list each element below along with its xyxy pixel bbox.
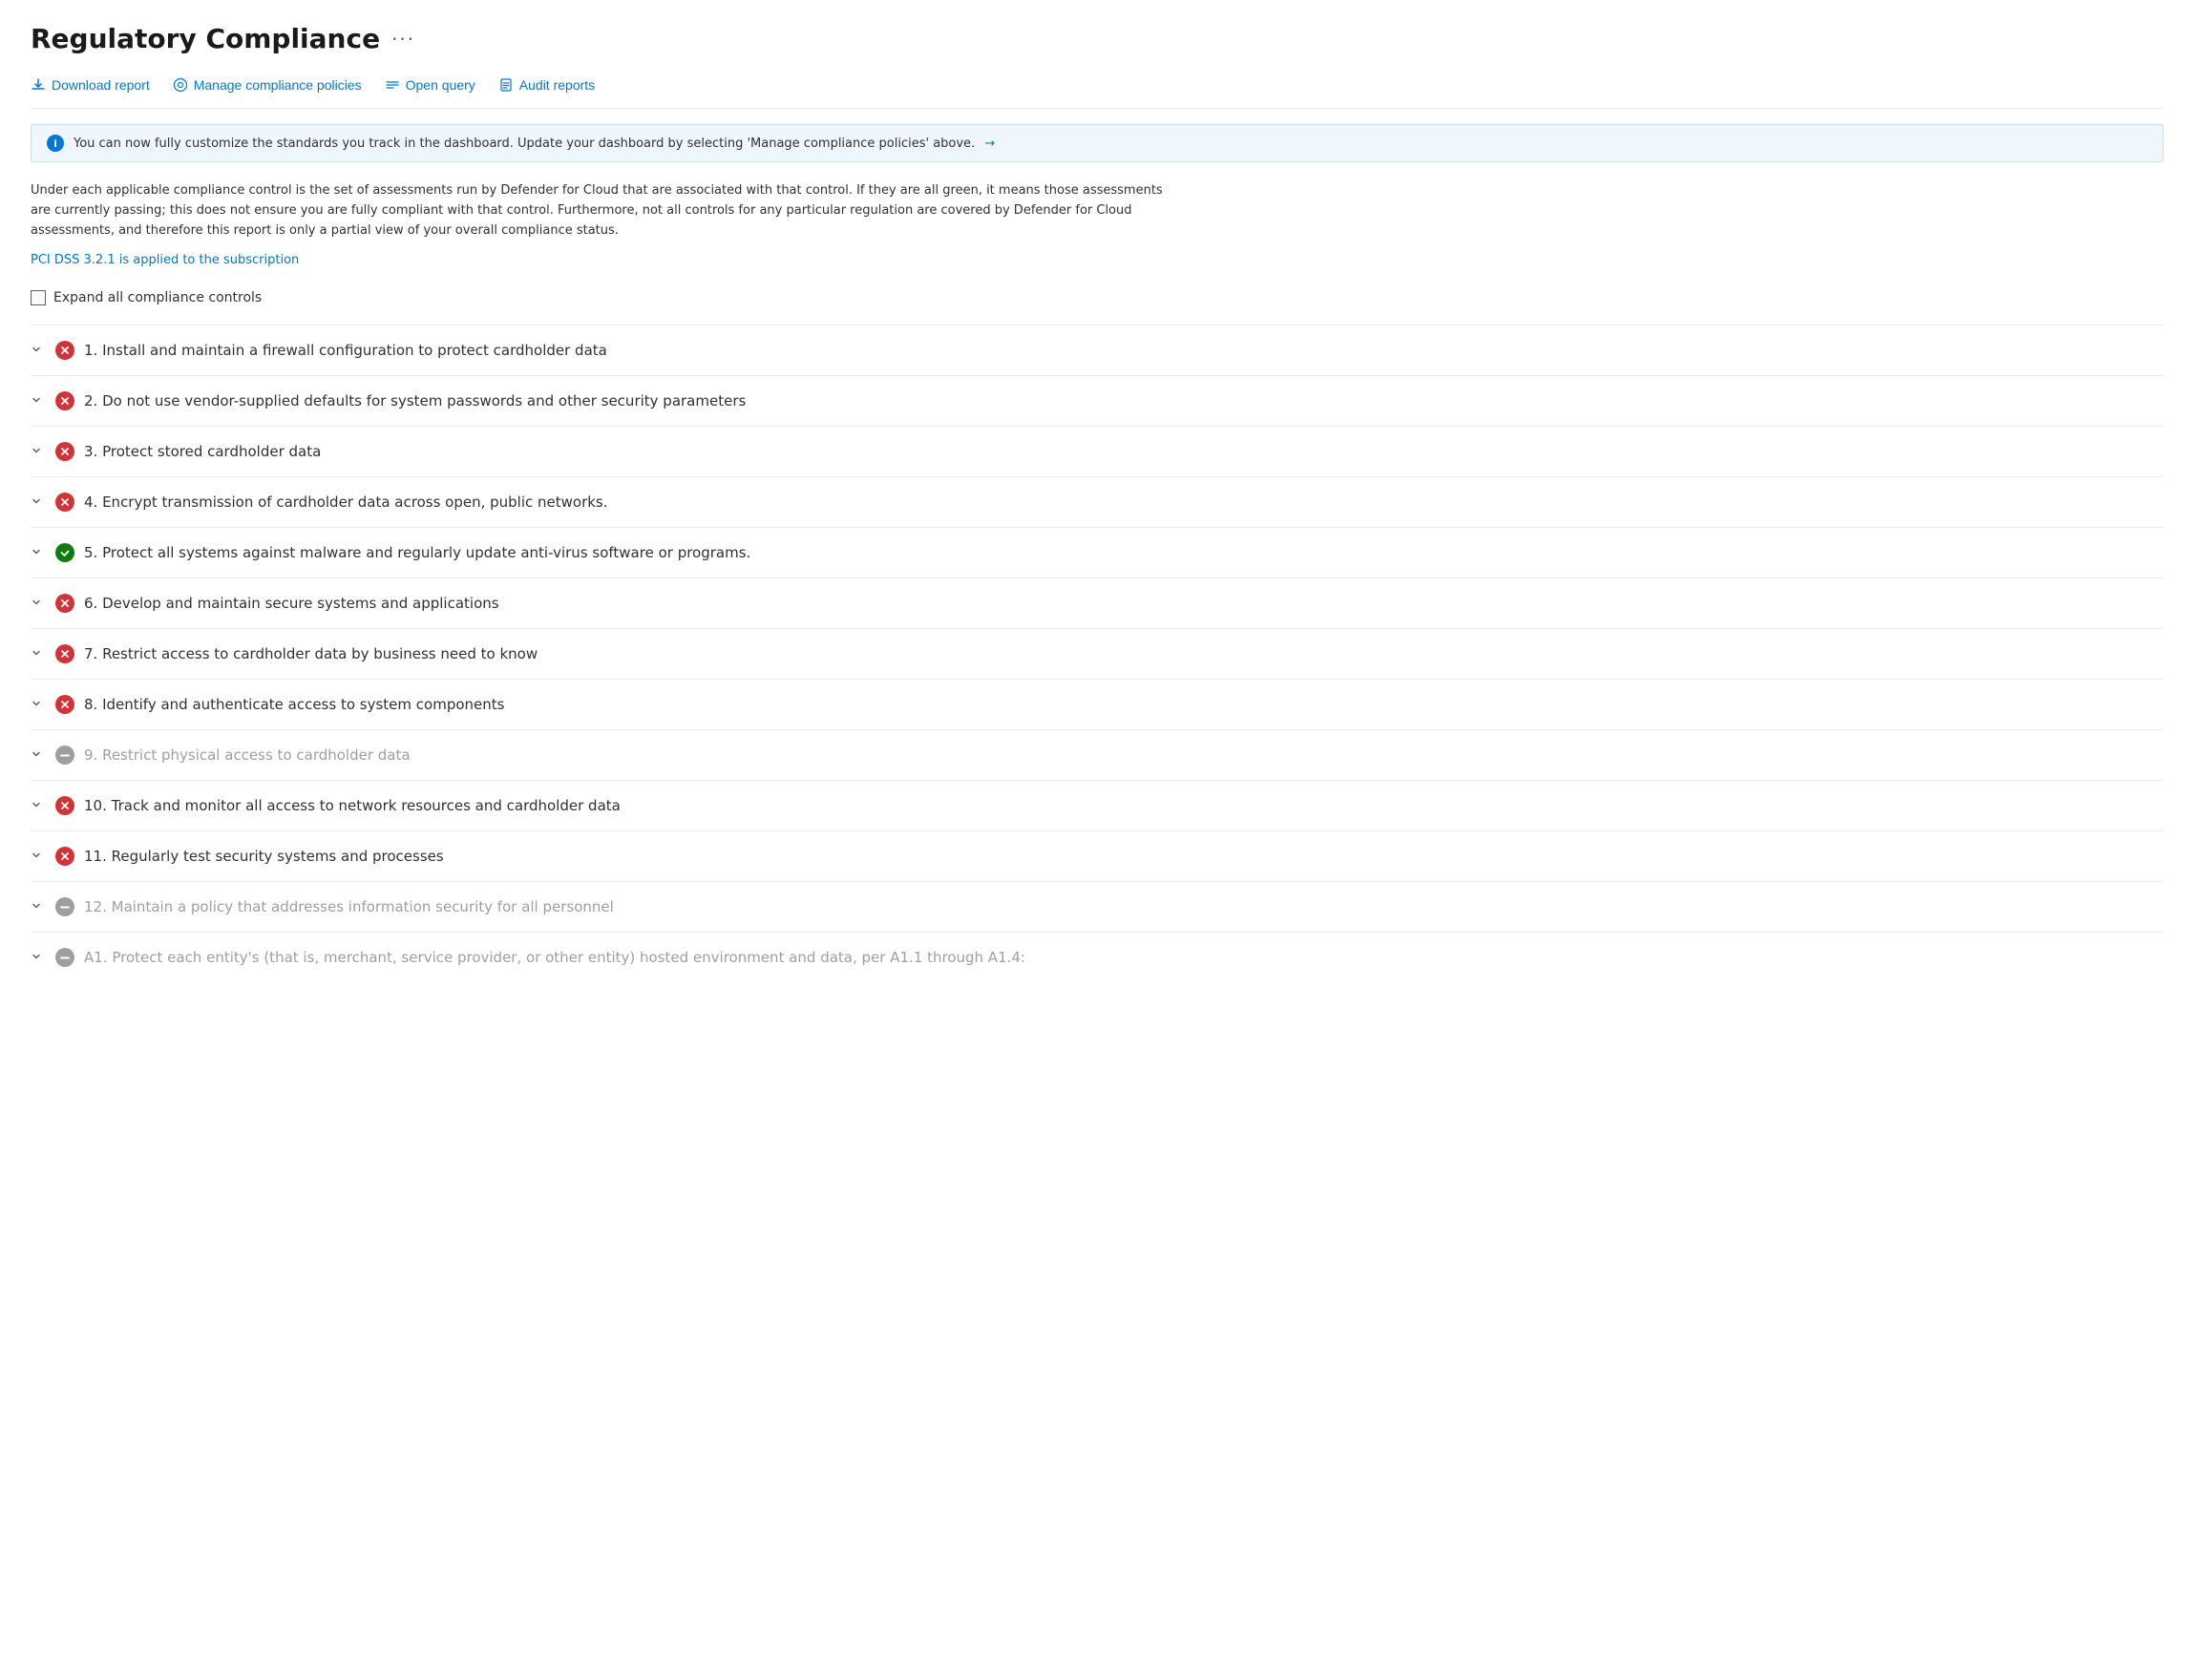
chevron-icon-4 <box>31 495 46 510</box>
status-icon-1 <box>55 341 74 360</box>
open-query-icon <box>385 77 400 93</box>
control-item-13: A1. Protect each entity's (that is, merc… <box>31 932 2163 982</box>
control-label-11: 11. Regularly test security systems and … <box>84 848 444 865</box>
status-icon-7 <box>55 644 74 663</box>
control-header-5[interactable]: 5. Protect all systems against malware a… <box>31 543 2163 562</box>
control-item-6: 6. Develop and maintain secure systems a… <box>31 578 2163 628</box>
manage-compliance-icon <box>173 77 188 93</box>
info-icon: i <box>47 135 64 152</box>
status-icon-3 <box>55 442 74 461</box>
control-header-2[interactable]: 2. Do not use vendor-supplied defaults f… <box>31 391 2163 410</box>
status-icon-11 <box>55 847 74 866</box>
control-label-2: 2. Do not use vendor-supplied defaults f… <box>84 392 746 410</box>
control-label-3: 3. Protect stored cardholder data <box>84 443 321 460</box>
status-icon-10 <box>55 796 74 815</box>
title-text: Regulatory Compliance <box>31 23 380 54</box>
control-item-1: 1. Install and maintain a firewall confi… <box>31 325 2163 375</box>
control-label-12: 12. Maintain a policy that addresses inf… <box>84 898 614 915</box>
control-item-11: 11. Regularly test security systems and … <box>31 830 2163 881</box>
control-header-12[interactable]: 12. Maintain a policy that addresses inf… <box>31 897 2163 916</box>
subscription-link[interactable]: PCI DSS 3.2.1 is applied to the subscrip… <box>31 253 299 267</box>
control-header-1[interactable]: 1. Install and maintain a firewall confi… <box>31 341 2163 360</box>
status-icon-6 <box>55 594 74 613</box>
download-report-button[interactable]: Download report <box>31 74 150 96</box>
open-query-label: Open query <box>406 77 475 93</box>
control-item-10: 10. Track and monitor all access to netw… <box>31 780 2163 830</box>
control-item-9: 9. Restrict physical access to cardholde… <box>31 729 2163 780</box>
control-label-10: 10. Track and monitor all access to netw… <box>84 797 621 814</box>
status-icon-8 <box>55 695 74 714</box>
control-item-2: 2. Do not use vendor-supplied defaults f… <box>31 375 2163 426</box>
manage-compliance-button[interactable]: Manage compliance policies <box>173 74 362 96</box>
control-label-6: 6. Develop and maintain secure systems a… <box>84 595 499 612</box>
audit-reports-icon <box>498 77 514 93</box>
control-header-10[interactable]: 10. Track and monitor all access to netw… <box>31 796 2163 815</box>
expand-all-label: Expand all compliance controls <box>53 290 262 305</box>
chevron-icon-2 <box>31 394 46 409</box>
control-header-13[interactable]: A1. Protect each entity's (that is, merc… <box>31 948 2163 967</box>
status-icon-2 <box>55 391 74 410</box>
controls-list: 1. Install and maintain a firewall confi… <box>31 325 2163 982</box>
chevron-icon-3 <box>31 445 46 459</box>
audit-reports-label: Audit reports <box>519 77 595 93</box>
control-label-7: 7. Restrict access to cardholder data by… <box>84 645 538 662</box>
chevron-icon-9 <box>31 748 46 763</box>
control-header-11[interactable]: 11. Regularly test security systems and … <box>31 847 2163 866</box>
control-header-8[interactable]: 8. Identify and authenticate access to s… <box>31 695 2163 714</box>
control-label-13: A1. Protect each entity's (that is, merc… <box>84 949 1025 966</box>
status-icon-4 <box>55 493 74 512</box>
control-label-8: 8. Identify and authenticate access to s… <box>84 696 504 713</box>
control-item-4: 4. Encrypt transmission of cardholder da… <box>31 476 2163 527</box>
chevron-icon-7 <box>31 647 46 662</box>
control-label-4: 4. Encrypt transmission of cardholder da… <box>84 494 608 511</box>
info-arrow: → <box>984 136 995 151</box>
control-label-9: 9. Restrict physical access to cardholde… <box>84 746 411 764</box>
chevron-icon-10 <box>31 799 46 813</box>
page-title: Regulatory Compliance ··· <box>31 23 2163 54</box>
chevron-icon-6 <box>31 597 46 611</box>
control-header-7[interactable]: 7. Restrict access to cardholder data by… <box>31 644 2163 663</box>
status-icon-12 <box>55 897 74 916</box>
chevron-icon-12 <box>31 900 46 914</box>
info-text: You can now fully customize the standard… <box>74 136 995 151</box>
control-header-4[interactable]: 4. Encrypt transmission of cardholder da… <box>31 493 2163 512</box>
status-icon-9 <box>55 746 74 765</box>
toolbar: Download report Manage compliance policie… <box>31 74 2163 109</box>
expand-all-checkbox[interactable] <box>31 290 46 305</box>
control-item-5: 5. Protect all systems against malware a… <box>31 527 2163 578</box>
chevron-icon-13 <box>31 951 46 965</box>
status-icon-5 <box>55 543 74 562</box>
control-item-7: 7. Restrict access to cardholder data by… <box>31 628 2163 679</box>
download-report-icon <box>31 77 46 93</box>
control-header-3[interactable]: 3. Protect stored cardholder data <box>31 442 2163 461</box>
chevron-icon-1 <box>31 344 46 358</box>
title-ellipsis: ··· <box>391 28 415 51</box>
control-header-9[interactable]: 9. Restrict physical access to cardholde… <box>31 746 2163 765</box>
chevron-icon-8 <box>31 698 46 712</box>
info-banner: i You can now fully customize the standa… <box>31 124 2163 162</box>
chevron-icon-11 <box>31 850 46 864</box>
open-query-button[interactable]: Open query <box>385 74 475 96</box>
audit-reports-button[interactable]: Audit reports <box>498 74 595 96</box>
expand-controls-row: Expand all compliance controls <box>31 290 2163 305</box>
description-text: Under each applicable compliance control… <box>31 181 1176 241</box>
control-item-8: 8. Identify and authenticate access to s… <box>31 679 2163 729</box>
control-item-3: 3. Protect stored cardholder data <box>31 426 2163 476</box>
manage-compliance-label: Manage compliance policies <box>194 77 362 93</box>
control-header-6[interactable]: 6. Develop and maintain secure systems a… <box>31 594 2163 613</box>
download-report-label: Download report <box>52 77 150 93</box>
control-item-12: 12. Maintain a policy that addresses inf… <box>31 881 2163 932</box>
control-label-5: 5. Protect all systems against malware a… <box>84 544 750 561</box>
control-label-1: 1. Install and maintain a firewall confi… <box>84 342 607 359</box>
chevron-icon-5 <box>31 546 46 560</box>
status-icon-13 <box>55 948 74 967</box>
